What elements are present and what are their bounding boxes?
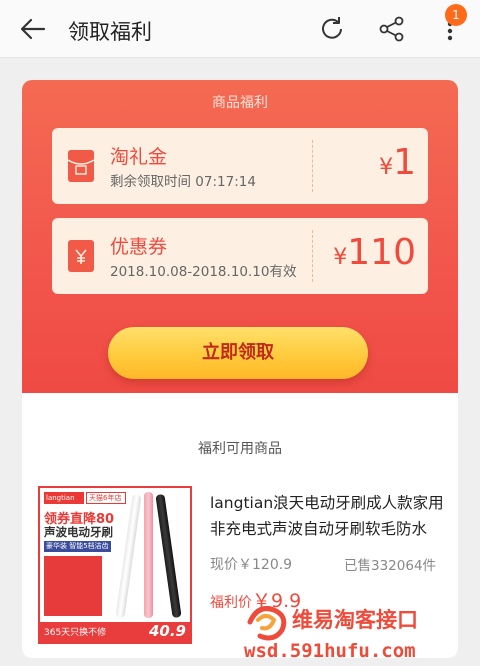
product-image-tag: 豪华装 智能5档洁齿	[44, 541, 111, 552]
ticket-divider	[312, 230, 313, 282]
refresh-icon[interactable]	[318, 15, 346, 43]
notification-badge: 1	[445, 4, 467, 26]
coupon-name: 优惠券	[110, 236, 168, 258]
toothbrush-pink	[144, 492, 153, 618]
ticket-divider	[312, 140, 313, 192]
watermark-url: wsd.591hufu.com	[244, 640, 416, 662]
taolijin-ticket[interactable]: 淘礼金 剩余领取时间 07:17:14 ¥1	[52, 128, 428, 204]
watermark: 维易淘客接口 wsd.591hufu.com	[244, 602, 474, 664]
product-image-guarantee: 365天只换不修	[44, 628, 107, 638]
coupon-ticket[interactable]: 优惠券 2018.10.08-2018.10.10有效 ¥110	[52, 218, 428, 294]
product-image-footer: 365天只换不修 40.9	[40, 622, 190, 642]
benefit-panel: 商品福利 淘礼金 剩余领取时间 07:17:14 ¥1 优惠券 2018.10.…	[22, 80, 458, 393]
page-title: 领取福利	[68, 20, 152, 44]
product-image[interactable]: langtian 天猫6年店 领券直降80 声波电动牙刷 豪华装 智能5档洁齿 …	[38, 486, 192, 644]
coupon-icon	[68, 240, 94, 272]
share-icon[interactable]	[378, 15, 406, 43]
product-sold-count: 已售332064件	[344, 558, 437, 574]
watermark-logo-icon	[247, 606, 287, 641]
product-image-brand: langtian	[44, 492, 84, 504]
toothbrush-white	[115, 493, 142, 619]
toothbrush-black	[155, 493, 182, 619]
welfare-card: 商品福利 淘礼金 剩余领取时间 07:17:14 ¥1 优惠券 2018.10.…	[22, 80, 458, 658]
product-image-product: 声波电动牙刷	[44, 525, 113, 539]
taolijin-name: 淘礼金	[110, 146, 168, 168]
product-current-price: 现价￥120.9	[210, 557, 293, 573]
red-envelope-icon	[68, 150, 94, 182]
app-header: 领取福利 1	[0, 0, 480, 58]
benefit-section-title: 商品福利	[212, 95, 268, 111]
product-image-price: 40.9	[148, 622, 186, 640]
coupon-amount: ¥110	[333, 232, 416, 273]
products-section-title: 福利可用商品	[198, 441, 282, 457]
product-title[interactable]: langtian浪天电动牙刷成人款家用非充电式声波自动牙刷软毛防水	[210, 490, 446, 542]
back-arrow-icon[interactable]	[20, 17, 46, 41]
taolijin-remaining-time: 剩余领取时间 07:17:14	[110, 174, 256, 190]
coupon-validity: 2018.10.08-2018.10.10有效	[110, 264, 297, 280]
taolijin-amount: ¥1	[379, 142, 416, 183]
product-image-panel	[44, 556, 102, 616]
watermark-name: 维易淘客接口	[292, 608, 418, 632]
product-image-store: 天猫6年店	[86, 492, 126, 504]
claim-now-button[interactable]: 立即领取	[108, 327, 368, 379]
